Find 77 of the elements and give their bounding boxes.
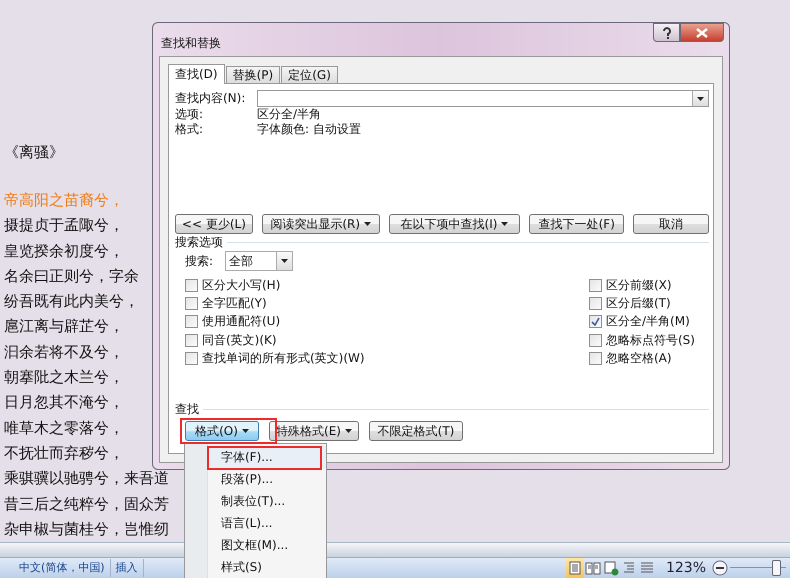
- format-button[interactable]: 不限定格式(T): [369, 421, 463, 441]
- tab[interactable]: 替换(P): [226, 66, 280, 83]
- text-line: 皇览揆余初度兮，: [4, 240, 124, 262]
- action-button[interactable]: 阅读突出显示(R): [262, 214, 380, 234]
- text-line: 帝高阳之苗裔兮，: [4, 190, 124, 211]
- close-button[interactable]: [680, 23, 724, 42]
- menu-item[interactable]: 语言(L)...: [208, 512, 326, 534]
- checkbox-label[interactable]: 同音(英文)(K): [202, 332, 277, 349]
- caret-icon: [697, 96, 704, 100]
- menu-item[interactable]: 图文框(M)...: [208, 534, 326, 556]
- slider-thumb[interactable]: [772, 560, 782, 576]
- checkbox[interactable]: [185, 296, 198, 310]
- checkbox-label[interactable]: 全字匹配(Y): [202, 294, 267, 312]
- checkbox-label[interactable]: 忽略空格(A): [606, 350, 672, 367]
- text-line: 不抚壮而弃秽兮，: [4, 442, 124, 464]
- page-layout-view-icon: [566, 560, 583, 576]
- search-direction-dropdown[interactable]: 全部: [225, 251, 293, 271]
- checkbox[interactable]: [185, 334, 198, 347]
- checkbox[interactable]: [185, 352, 198, 365]
- checkbox[interactable]: [589, 315, 602, 328]
- text-line: 日月忽其不淹兮，: [4, 392, 124, 414]
- checkbox[interactable]: [589, 352, 602, 365]
- field-value: 区分全/半角: [257, 106, 322, 122]
- action-button[interactable]: << 更少(L): [175, 214, 253, 234]
- checkbox[interactable]: [589, 278, 602, 292]
- checkbox-label[interactable]: 区分前缀(X): [606, 276, 672, 294]
- text-line: 摄提贞于孟陬兮，: [4, 215, 124, 236]
- field-label: 选项:: [175, 106, 204, 123]
- format-button[interactable]: 格式(O): [185, 421, 259, 441]
- checkbox-label[interactable]: 忽略标点符号(S): [606, 332, 695, 349]
- help-button[interactable]: [653, 23, 680, 42]
- menu-item[interactable]: 制表位(T)...: [208, 490, 326, 512]
- page-layout-view-button[interactable]: [566, 558, 584, 578]
- checkbox-label[interactable]: 区分后缀(T): [606, 294, 671, 312]
- zoom-level[interactable]: 123%: [666, 560, 706, 576]
- checkbox-label[interactable]: 查找单词的所有形式(英文)(W): [202, 350, 365, 367]
- find-what-field[interactable]: [257, 90, 709, 107]
- text-line: 乘骐骥以驰骋兮，来吾道: [4, 468, 169, 490]
- checkbox[interactable]: [589, 296, 602, 310]
- checkbox[interactable]: [589, 334, 602, 347]
- action-button[interactable]: 取消: [633, 214, 710, 234]
- text-line: 唯草木之零落兮，: [4, 418, 124, 439]
- checkbox[interactable]: [185, 278, 198, 292]
- help-icon: [662, 26, 672, 38]
- tab[interactable]: 定位(G): [281, 66, 338, 83]
- field-value: 字体颜色: 自动设置: [257, 121, 361, 138]
- text-line: 纷吾既有此内美兮，: [4, 291, 139, 312]
- menu-item[interactable]: 样式(S): [208, 556, 326, 578]
- document-title: 《离骚》: [4, 142, 64, 163]
- web-view-icon: [602, 560, 619, 576]
- language-indicator[interactable]: 中文(简体，中国): [14, 559, 111, 577]
- text-line: 昔三后之纯粹兮，固众芳: [4, 494, 169, 515]
- action-button[interactable]: 查找下一处(F): [529, 214, 624, 234]
- text-line: 朝搴阰之木兰兮，: [4, 367, 124, 388]
- text-line: 名余曰正则兮，字余: [4, 266, 139, 287]
- section-title: 搜索选项: [175, 234, 223, 250]
- checkbox-label[interactable]: 区分全/半角(M): [606, 313, 690, 330]
- dialog-title: 查找和替换: [161, 35, 221, 52]
- section-title: 查找: [175, 400, 199, 418]
- caret-icon: [281, 259, 288, 263]
- menu-item[interactable]: 段落(P)...: [208, 468, 326, 490]
- checkbox[interactable]: [185, 315, 198, 328]
- check-icon: [591, 317, 600, 326]
- zoom-out-icon: [712, 560, 728, 576]
- text-line: 汩余若将不及兮，: [4, 342, 124, 363]
- field-label: 格式:: [175, 121, 204, 138]
- action-button[interactable]: 在以下项中查找(I): [388, 214, 520, 234]
- close-icon: [696, 28, 708, 38]
- checkbox-label[interactable]: 区分大小写(H): [202, 276, 280, 294]
- text-line: 扈江离与辟芷兮，: [4, 316, 124, 338]
- checkbox-label[interactable]: 使用通配符(U): [202, 313, 280, 330]
- tab[interactable]: 查找(D): [168, 64, 225, 84]
- text-line: 杂申椒与菌桂兮，岂惟纫: [4, 518, 169, 540]
- insert-mode-indicator[interactable]: 插入: [110, 559, 144, 577]
- field-label: 搜索:: [185, 252, 214, 270]
- field-label: 查找内容(N):: [175, 90, 246, 107]
- book-view-icon: [584, 560, 601, 576]
